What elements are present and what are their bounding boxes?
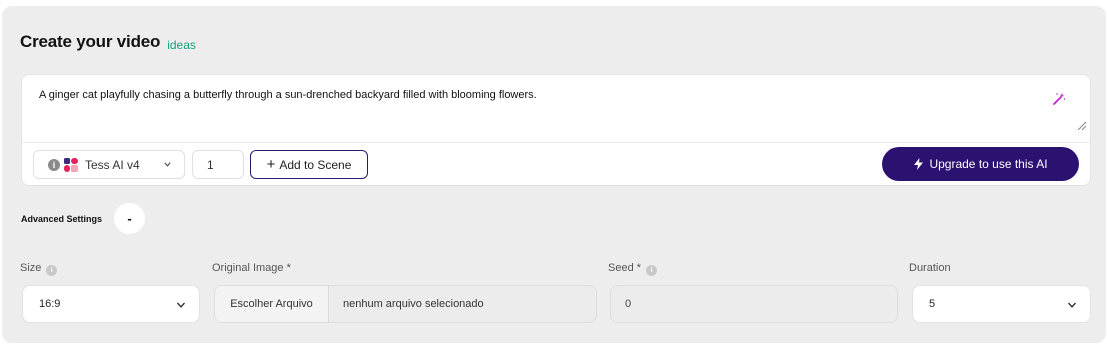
plus-icon: + — [266, 156, 276, 173]
add-to-scene-label: Add to Scene — [279, 157, 352, 172]
help-icon[interactable]: i — [46, 264, 58, 276]
seed-input[interactable]: 0 — [610, 285, 898, 323]
seed-label: Seed * i — [608, 262, 658, 276]
duration-select[interactable]: 5 — [912, 285, 1091, 323]
duration-label-text: Duration — [909, 262, 951, 274]
prompt-card: A ginger cat playfully chasing a butterf… — [21, 74, 1091, 186]
quantity-input[interactable]: 1 — [192, 150, 244, 179]
upgrade-button[interactable]: Upgrade to use this AI — [882, 147, 1079, 181]
model-select[interactable]: i Tess AI v4 — [33, 150, 185, 179]
size-label-text: Size — [20, 262, 42, 274]
create-video-panel: Create your video ideas A ginger cat pla… — [2, 6, 1106, 343]
original-image-label-text: Original Image * — [212, 262, 291, 274]
size-value: 16:9 — [39, 298, 61, 310]
size-select[interactable]: 16:9 — [22, 285, 200, 323]
resize-handle-icon[interactable] — [1078, 122, 1086, 130]
chevron-down-icon — [176, 302, 186, 308]
seed-label-text: Seed * — [608, 262, 642, 274]
file-status: nenhum arquivo selecionado — [343, 298, 484, 310]
add-to-scene-button[interactable]: + Add to Scene — [250, 150, 368, 179]
original-image-file-input[interactable]: Escolher Arquivo nenhum arquivo selecion… — [214, 285, 597, 323]
size-label: Size i — [20, 262, 58, 276]
magic-wand-icon[interactable] — [1052, 92, 1066, 106]
model-label: Tess AI v4 — [85, 157, 140, 172]
tess-logo-icon — [64, 157, 78, 172]
ideas-link[interactable]: ideas — [167, 38, 196, 52]
page-title: Create your video — [20, 32, 161, 51]
upgrade-label: Upgrade to use this AI — [929, 157, 1048, 171]
header: Create your video ideas — [20, 32, 196, 52]
prompt-textarea[interactable]: A ginger cat playfully chasing a butterf… — [39, 89, 537, 101]
advanced-settings-toggle[interactable]: - — [114, 203, 145, 234]
choose-file-button[interactable]: Escolher Arquivo — [215, 286, 329, 322]
help-icon[interactable]: i — [646, 264, 658, 276]
info-icon: i — [48, 158, 60, 171]
duration-label: Duration — [909, 262, 951, 274]
chevron-down-icon — [164, 162, 171, 167]
lightning-icon — [914, 158, 924, 170]
chevron-down-icon — [1067, 302, 1077, 308]
original-image-label: Original Image * — [212, 262, 291, 274]
prompt-divider — [22, 142, 1090, 143]
advanced-settings-label: Advanced Settings — [21, 214, 103, 224]
duration-value: 5 — [929, 298, 936, 310]
